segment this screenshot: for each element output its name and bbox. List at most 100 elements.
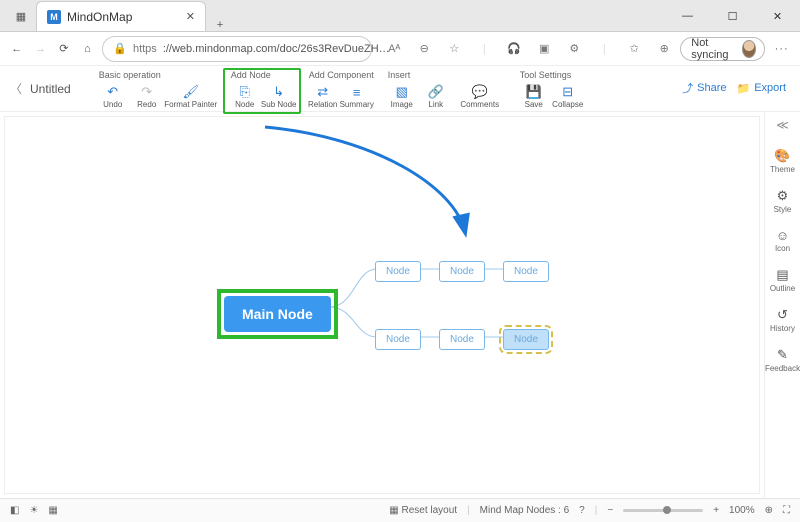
main-node[interactable]: Main Node <box>224 296 331 332</box>
headphones-icon[interactable]: 🎧 <box>504 42 524 55</box>
main-node-highlight: Main Node <box>217 289 338 339</box>
cube-icon[interactable]: ▣ <box>534 42 554 55</box>
zoom-slider[interactable] <box>623 509 703 512</box>
group-insert: Insert ▧Image 🔗Link 💬Comments <box>380 70 512 112</box>
status-bar: ◧ ☀ ▦ ▦ Reset layout | Mind Map Nodes : … <box>0 498 800 522</box>
close-window-button[interactable]: ✕ <box>755 0 800 32</box>
rail-outline[interactable]: ▤Outline <box>765 263 800 297</box>
work-area: Main Node Node Node Node Node Node Node … <box>0 112 800 498</box>
mindmap-node[interactable]: Node <box>503 261 549 282</box>
back-icon[interactable]: 〈 <box>10 80 22 97</box>
collections-icon[interactable]: ⊕ <box>654 42 674 55</box>
app-toolbar: 〈 Untitled Basic operation ↶Undo ↷Redo 🖌… <box>0 66 800 112</box>
zoom-out-icon[interactable]: ⊖ <box>414 42 434 55</box>
address-bar: ← → ⟳ ⌂ 🔒 https ://web.mindonmap.com/doc… <box>0 32 800 66</box>
new-tab-button[interactable]: + <box>206 19 234 31</box>
undo-button[interactable]: ↶Undo <box>97 82 129 112</box>
mindmap-node[interactable]: Node <box>375 261 421 282</box>
share-button[interactable]: ⤴Share <box>682 80 726 96</box>
group-add-node: Add Node ⎘Node ↳Sub Node <box>223 68 301 114</box>
insert-comments-button[interactable]: 💬Comments <box>454 82 506 112</box>
insert-link-button[interactable]: 🔗Link <box>420 82 452 112</box>
add-node-button[interactable]: ⎘Node <box>229 82 261 112</box>
lock-icon: 🔒 <box>113 42 127 55</box>
address-bar-actions: Aᴬ ⊖ ☆ | 🎧 ▣ ⚙ | ✩ ⊕ <box>384 42 674 55</box>
sun-icon[interactable]: ☀ <box>29 505 38 516</box>
group-tool-settings: Tool Settings 💾Save ⊟Collapse <box>512 70 590 112</box>
more-menu-button[interactable]: ··· <box>771 43 792 55</box>
zoom-in-button[interactable]: + <box>713 505 719 516</box>
rail-theme[interactable]: 🎨Theme <box>765 144 800 178</box>
group-label: Insert <box>386 70 506 82</box>
palette-icon[interactable]: ◧ <box>10 505 19 516</box>
toolbar-right: ⤴Share 📁Export <box>682 70 790 96</box>
favorite-star-icon[interactable]: ☆ <box>444 42 464 55</box>
group-basic-operation: Basic operation ↶Undo ↷Redo 🖌Format Pain… <box>91 70 223 112</box>
forward-button[interactable]: → <box>32 38 50 60</box>
annotation-arrow <box>5 117 760 494</box>
save-button[interactable]: 💾Save <box>518 82 550 112</box>
node-icon: ⎘ <box>240 85 250 99</box>
url-input[interactable]: 🔒 https ://web.mindonmap.com/doc/26s3Rev… <box>102 36 372 62</box>
url-text: ://web.mindonmap.com/doc/26s3RevDueZH… <box>163 43 390 55</box>
tab-strip: ▦ M MindOnMap ✕ + <box>0 0 234 31</box>
mindmap-node[interactable]: Node <box>375 329 421 350</box>
summary-button[interactable]: ≡Summary <box>341 82 373 112</box>
profile-sync-button[interactable]: Not syncing <box>680 37 765 61</box>
group-label: Add Node <box>229 70 295 82</box>
rail-history[interactable]: ↺History <box>765 303 800 337</box>
back-button[interactable]: ← <box>8 38 26 60</box>
node-count: Mind Map Nodes : 6 <box>480 505 570 516</box>
rail-style[interactable]: ⚙Style <box>765 184 800 218</box>
profile-avatar-icon <box>742 40 756 58</box>
grid-icon[interactable]: ▦ <box>48 505 57 516</box>
reset-layout-button[interactable]: ▦ Reset layout <box>389 505 457 516</box>
collapse-icon: ⊟ <box>562 85 573 99</box>
minimize-button[interactable]: — <box>665 0 710 32</box>
window-controls: — ☐ ✕ <box>665 0 800 31</box>
mindmap-node[interactable]: Node <box>439 329 485 350</box>
redo-icon: ↷ <box>141 85 152 99</box>
refresh-button[interactable]: ⟳ <box>55 38 73 60</box>
link-icon: 🔗 <box>428 85 444 99</box>
rail-icon[interactable]: ☺Icon <box>765 224 800 257</box>
relation-button[interactable]: ⇄Relation <box>307 82 339 112</box>
export-button[interactable]: 📁Export <box>737 82 787 95</box>
style-icon: ⚙ <box>777 188 789 204</box>
rail-feedback[interactable]: ✎Feedback <box>765 343 800 377</box>
rail-collapse-icon[interactable]: ≪ <box>776 118 789 138</box>
redo-button[interactable]: ↷Redo <box>131 82 163 112</box>
favorites-list-icon[interactable]: ✩ <box>624 42 644 55</box>
emoji-icon: ☺ <box>776 228 789 243</box>
browser-tab[interactable]: M MindOnMap ✕ <box>36 1 206 31</box>
collapse-button[interactable]: ⊟Collapse <box>552 82 584 112</box>
outline-icon: ▤ <box>776 267 788 283</box>
format-painter-button[interactable]: 🖌Format Painter <box>165 82 217 112</box>
home-button[interactable]: ⌂ <box>79 38 97 60</box>
undo-icon: ↶ <box>107 85 118 99</box>
relation-icon: ⇄ <box>317 85 328 99</box>
separator: | <box>474 43 494 55</box>
right-rail: ≪ 🎨Theme ⚙Style ☺Icon ▤Outline ↺History … <box>764 112 800 498</box>
mindmap-canvas[interactable]: Main Node Node Node Node Node Node Node <box>4 116 760 494</box>
tab-actions-icon[interactable]: ▦ <box>6 1 36 31</box>
reader-icon[interactable]: Aᴬ <box>384 43 404 55</box>
maximize-button[interactable]: ☐ <box>710 0 755 32</box>
insert-image-button[interactable]: ▧Image <box>386 82 418 112</box>
save-icon: 💾 <box>526 85 542 99</box>
fit-center-icon[interactable]: ⊕ <box>765 505 773 516</box>
mindmap-node[interactable]: Node <box>439 261 485 282</box>
history-icon: ↺ <box>777 307 788 323</box>
document-title[interactable]: Untitled <box>30 82 71 96</box>
separator: | <box>594 43 614 55</box>
help-icon[interactable]: ? <box>579 505 585 516</box>
mindmap-node-selected[interactable]: Node <box>503 329 549 350</box>
extensions-icon[interactable]: ⚙ <box>564 42 584 55</box>
brush-icon: 🖌 <box>182 85 199 99</box>
group-label: Basic operation <box>97 70 217 82</box>
zoom-out-button[interactable]: − <box>607 505 613 516</box>
fullscreen-icon[interactable]: ⛶ <box>783 505 790 516</box>
add-sub-node-button[interactable]: ↳Sub Node <box>263 82 295 112</box>
close-tab-icon[interactable]: ✕ <box>186 10 195 23</box>
url-scheme: https <box>133 43 157 55</box>
